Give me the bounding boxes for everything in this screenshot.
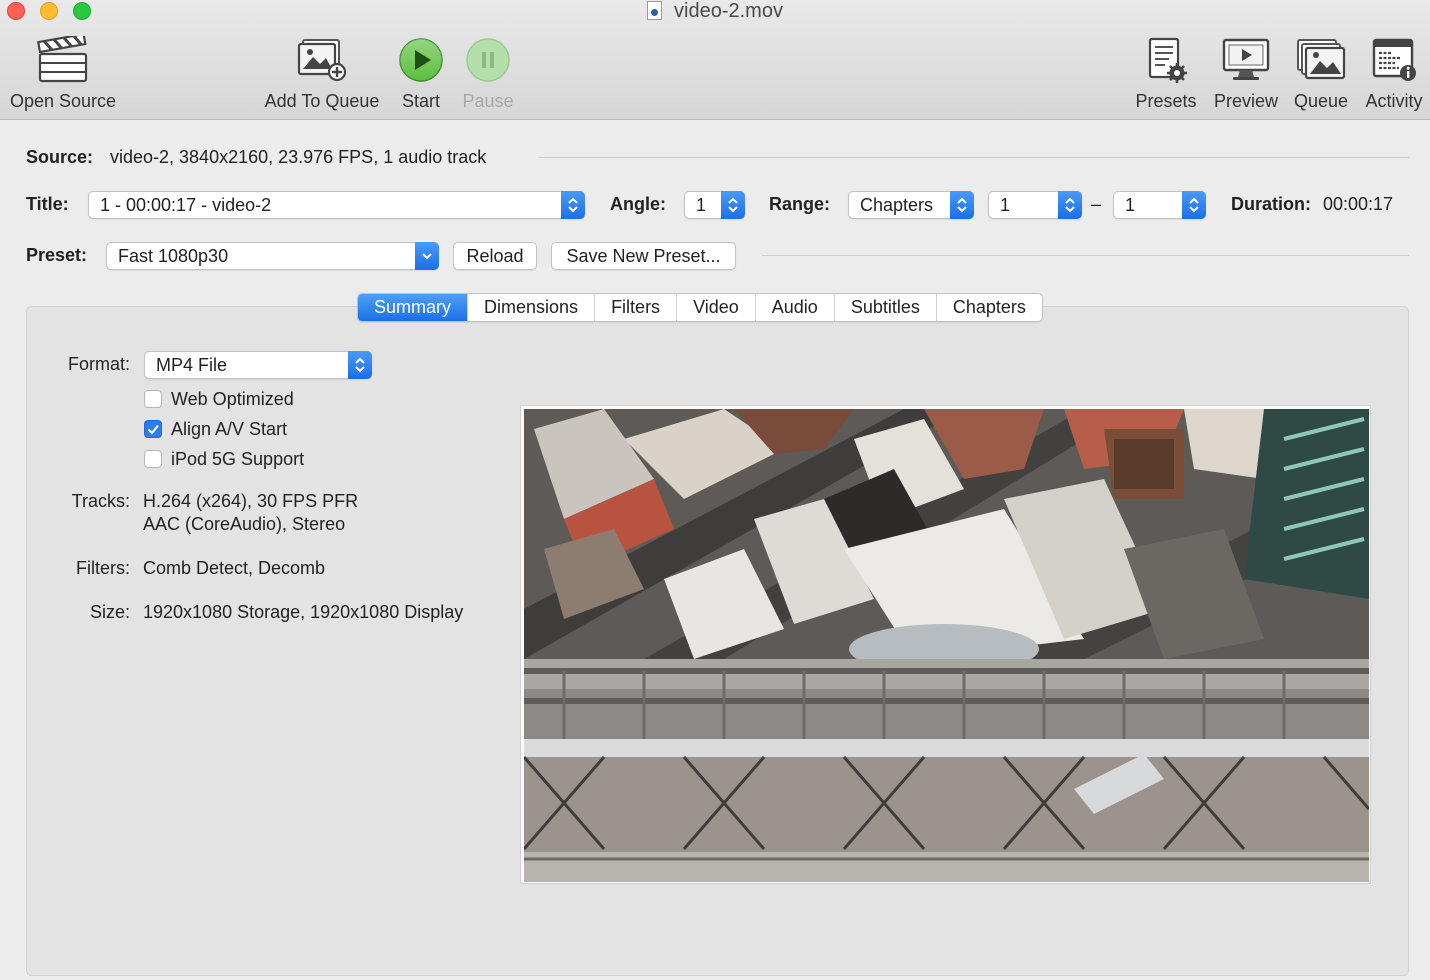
title-popup-chevron-icon xyxy=(561,191,585,219)
presets-gear-document-icon xyxy=(1133,32,1199,88)
range-label: Range: xyxy=(769,194,831,214)
ipod-5g-support-checkbox[interactable] xyxy=(144,450,162,468)
add-to-queue-button[interactable]: Add To Queue xyxy=(262,32,382,112)
preset-label: Preset: xyxy=(26,245,88,265)
angle-popup-chevron-icon xyxy=(721,191,745,219)
tab-dimensions[interactable]: Dimensions xyxy=(468,294,596,321)
tab-video[interactable]: Video xyxy=(677,294,756,321)
duration-label: Duration: xyxy=(1231,194,1311,214)
clapperboard-icon xyxy=(7,32,119,88)
presets-button[interactable]: Presets xyxy=(1133,32,1199,112)
range-start-chevron-icon xyxy=(1058,191,1082,219)
filters-value: Comb Detect, Decomb xyxy=(143,558,326,578)
size-label: Size: xyxy=(89,602,130,622)
duration-value: 00:00:17 xyxy=(1323,194,1394,214)
tracks-audio-value: AAC (CoreAudio), Stereo xyxy=(143,514,346,534)
range-dash: – xyxy=(1091,194,1102,214)
source-info: video-2, 3840x2160, 23.976 FPS, 1 audio … xyxy=(110,147,487,167)
pause-icon xyxy=(461,32,515,88)
title-label: Title: xyxy=(26,194,69,214)
range-mode-value: Chapters xyxy=(860,195,934,215)
range-mode-popup[interactable]: Chapters xyxy=(848,191,974,219)
tab-filters[interactable]: Filters xyxy=(595,294,678,321)
preset-separator xyxy=(762,255,1409,256)
filters-label: Filters: xyxy=(76,558,130,578)
tracks-video-value: H.264 (x264), 30 FPS PFR xyxy=(143,491,359,511)
source-label: Source: xyxy=(26,147,94,167)
stacked-photos-icon xyxy=(1292,32,1350,88)
tab-chapters[interactable]: Chapters xyxy=(937,294,1042,321)
web-optimized-checkbox[interactable] xyxy=(144,390,162,408)
format-popup-value: MP4 File xyxy=(156,355,228,375)
preset-popup-value: Fast 1080p30 xyxy=(118,246,229,266)
reload-button[interactable]: Reload xyxy=(453,242,537,270)
angle-popup-value: 1 xyxy=(696,195,707,215)
size-value: 1920x1080 Storage, 1920x1080 Display xyxy=(143,602,464,622)
tab-bar: Summary Dimensions Filters Video Audio S… xyxy=(357,293,1043,322)
range-end-value: 1 xyxy=(1125,195,1136,215)
activity-button[interactable]: Activity xyxy=(1361,32,1427,112)
align-av-start-label: Align A/V Start xyxy=(171,419,288,439)
align-av-start-checkbox[interactable] xyxy=(144,420,162,438)
source-separator xyxy=(539,157,1409,158)
checkmark-icon xyxy=(147,424,159,435)
format-popup-chevron-icon xyxy=(348,351,372,379)
title-popup-value: 1 - 00:00:17 - video-2 xyxy=(100,195,272,215)
preview-image xyxy=(520,405,1371,884)
angle-popup[interactable]: 1 xyxy=(684,191,745,219)
format-popup[interactable]: MP4 File xyxy=(144,351,372,379)
ipod-5g-support-label: iPod 5G Support xyxy=(171,449,305,469)
tab-audio[interactable]: Audio xyxy=(756,294,835,321)
preset-popup-chevron-down-icon xyxy=(415,242,439,270)
preset-popup[interactable]: Fast 1080p30 xyxy=(106,242,439,270)
activity-log-icon xyxy=(1361,32,1427,88)
toolbar: video-2.mov Open Source Add To Queue Sta… xyxy=(0,0,1430,120)
queue-button[interactable]: Queue xyxy=(1292,32,1350,112)
pause-button[interactable]: Pause xyxy=(461,32,515,112)
preview-button[interactable]: Preview xyxy=(1212,32,1280,112)
format-label: Format: xyxy=(67,354,130,374)
range-start-popup[interactable]: 1 xyxy=(988,191,1082,219)
start-button[interactable]: Start xyxy=(396,32,446,112)
open-source-button[interactable]: Open Source xyxy=(7,32,119,112)
range-end-popup[interactable]: 1 xyxy=(1113,191,1206,219)
save-new-preset-button[interactable]: Save New Preset... xyxy=(551,242,736,270)
range-end-chevron-icon xyxy=(1182,191,1206,219)
tracks-label: Tracks: xyxy=(71,491,130,511)
angle-label: Angle: xyxy=(610,194,666,214)
web-optimized-label: Web Optimized xyxy=(171,389,294,409)
tab-summary[interactable]: Summary xyxy=(358,294,469,321)
add-photo-icon xyxy=(262,32,382,88)
play-icon xyxy=(396,32,446,88)
range-start-value: 1 xyxy=(1000,195,1011,215)
preview-thumbnail xyxy=(522,409,1371,882)
window-title: video-2.mov xyxy=(0,0,1430,24)
tab-subtitles[interactable]: Subtitles xyxy=(835,294,937,321)
title-popup[interactable]: 1 - 00:00:17 - video-2 xyxy=(88,191,585,219)
range-mode-chevron-icon xyxy=(950,191,974,219)
document-icon xyxy=(647,1,663,20)
monitor-play-icon xyxy=(1212,32,1280,88)
